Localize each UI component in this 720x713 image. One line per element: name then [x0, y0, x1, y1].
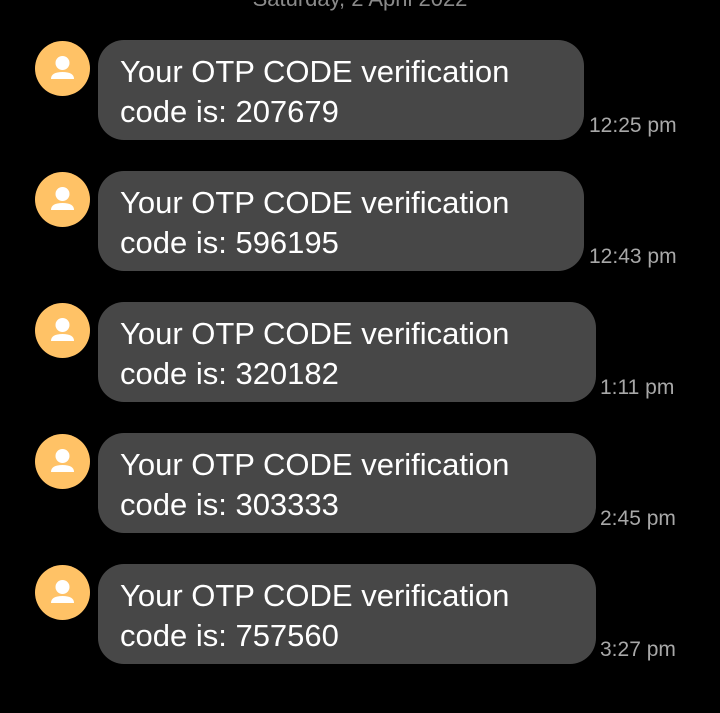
message-timestamp: 2:45 pm [600, 507, 676, 530]
message-timestamp: 12:43 pm [589, 245, 677, 268]
message-thread[interactable]: Your OTP CODE verification code is: 2076… [0, 0, 720, 713]
message-bubble[interactable]: Your OTP CODE verification code is: 3033… [98, 433, 596, 533]
message-row: Your OTP CODE verification code is: 3033… [0, 433, 720, 533]
message-bubble[interactable]: Your OTP CODE verification code is: 7575… [98, 564, 596, 664]
person-icon [51, 449, 74, 472]
person-icon [51, 187, 74, 210]
message-row: Your OTP CODE verification code is: 2076… [0, 40, 720, 140]
contact-avatar[interactable] [35, 41, 90, 96]
message-row: Your OTP CODE verification code is: 3201… [0, 302, 720, 402]
contact-avatar[interactable] [35, 565, 90, 620]
message-bubble[interactable]: Your OTP CODE verification code is: 2076… [98, 40, 584, 140]
message-bubble[interactable]: Your OTP CODE verification code is: 3201… [98, 302, 596, 402]
message-timestamp: 1:11 pm [600, 376, 675, 399]
message-timestamp: 12:25 pm [589, 114, 677, 137]
person-icon [51, 56, 74, 79]
message-row: Your OTP CODE verification code is: 7575… [0, 564, 720, 664]
message-timestamp: 3:27 pm [600, 638, 676, 661]
contact-avatar[interactable] [35, 434, 90, 489]
person-icon [51, 318, 74, 341]
message-bubble[interactable]: Your OTP CODE verification code is: 5961… [98, 171, 584, 271]
person-icon [51, 580, 74, 603]
contact-avatar[interactable] [35, 303, 90, 358]
contact-avatar[interactable] [35, 172, 90, 227]
message-row: Your OTP CODE verification code is: 5961… [0, 171, 720, 271]
